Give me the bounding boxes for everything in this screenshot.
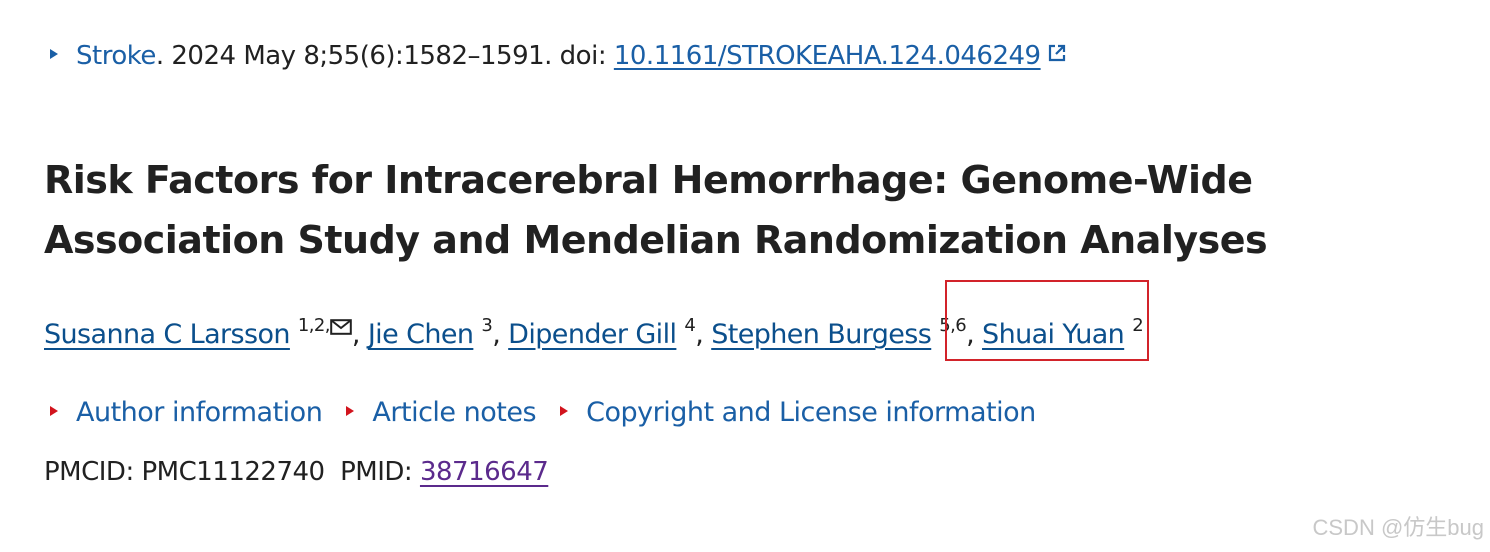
author-separator: , xyxy=(351,319,368,350)
mail-icon[interactable] xyxy=(330,305,352,349)
author-affiliation-sup: 3 xyxy=(481,315,493,336)
pmcid-label: PMCID: xyxy=(44,457,142,487)
doi-link[interactable]: 10.1161/STROKEAHA.124.046249 xyxy=(614,41,1041,71)
article-title: Risk Factors for Intracerebral Hemorrhag… xyxy=(44,158,1268,262)
journal-link[interactable]: Stroke xyxy=(76,41,156,71)
citation-details: . 2024 May 8;55(6):1582–1591. doi: xyxy=(155,41,614,71)
author-information-toggle[interactable]: Author information xyxy=(50,397,323,428)
article-identifiers: PMCID: PMC11122740 PMID: 38716647 xyxy=(44,452,549,492)
author-link-burgess[interactable]: Stephen Burgess xyxy=(711,319,932,350)
expand-triangle-icon xyxy=(346,405,355,416)
watermark: CSDN @仿生bug xyxy=(1312,515,1485,540)
article-info-links: Author information Article notes Copyrig… xyxy=(50,393,1052,433)
pmid-label: PMID: xyxy=(340,457,420,487)
author-link-larsson[interactable]: Susanna C Larsson xyxy=(44,319,291,350)
pmcid-value: PMC11122740 xyxy=(141,457,325,487)
pmid-link[interactable]: 38716647 xyxy=(420,457,549,487)
citation-line: Stroke. 2024 May 8;55(6):1582–1591. doi:… xyxy=(50,38,1067,75)
expand-triangle-icon[interactable] xyxy=(50,48,58,59)
highlight-annotation-box xyxy=(945,280,1149,361)
author-affiliation-sup: 4 xyxy=(684,315,696,336)
copyright-license-toggle[interactable]: Copyright and License information xyxy=(560,397,1036,428)
author-link-gill[interactable]: Dipender Gill xyxy=(508,319,677,350)
expand-triangle-icon xyxy=(50,405,58,416)
author-affiliation-sup: 1,2, xyxy=(297,315,331,336)
external-link-icon[interactable] xyxy=(1047,37,1067,73)
expand-triangle-icon xyxy=(560,405,569,416)
author-separator: , xyxy=(492,319,509,350)
author-separator: , xyxy=(695,319,712,350)
article-notes-toggle[interactable]: Article notes xyxy=(346,397,537,428)
author-link-chen[interactable]: Jie Chen xyxy=(368,319,474,350)
